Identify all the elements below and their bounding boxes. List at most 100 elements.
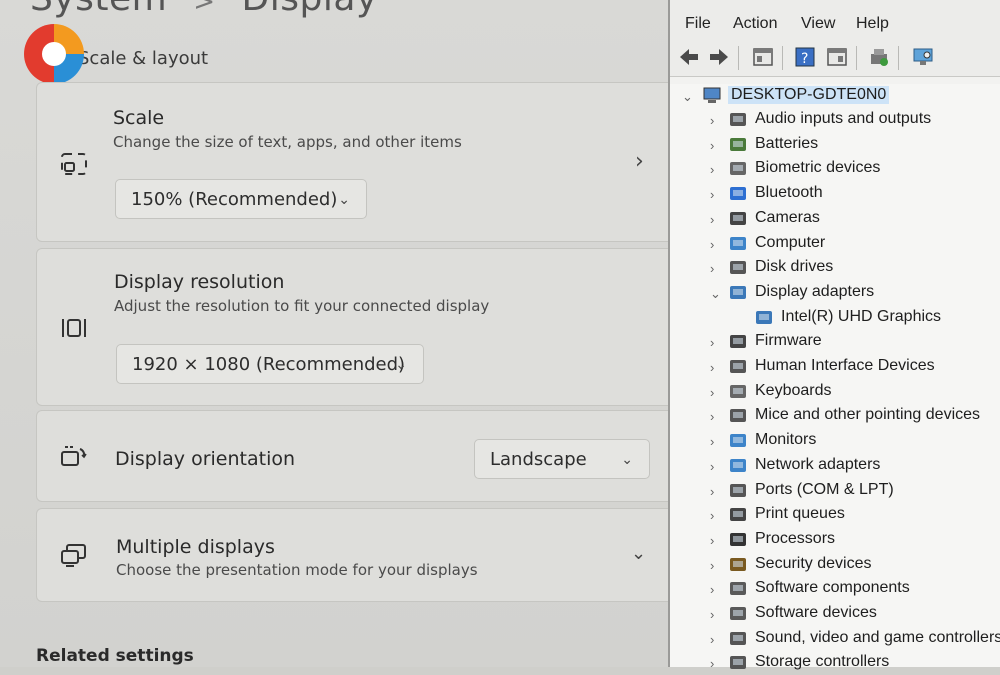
chevron-right-icon[interactable]: › <box>710 434 714 449</box>
port-icon <box>730 483 746 497</box>
chevron-right-icon[interactable]: › <box>710 508 714 523</box>
scale-title: Scale <box>113 107 165 129</box>
chevron-right-icon[interactable]: › <box>710 409 714 424</box>
display-adapter-icon <box>730 285 746 299</box>
menu-file[interactable]: File <box>685 15 711 33</box>
chevron-right-icon[interactable]: › <box>710 632 714 647</box>
chevron-right-icon[interactable]: › <box>635 149 644 174</box>
svg-text:?: ? <box>801 51 808 67</box>
chip-icon <box>730 335 746 349</box>
device-tree: ⌄ DESKTOP-GDTE0N0 › Audio inputs and outp… <box>670 84 1000 671</box>
orientation-value: Landscape <box>490 449 587 470</box>
tree-item-label: Firmware <box>755 332 822 350</box>
toolbar-separator <box>898 46 899 70</box>
tree-item-label: Network adapters <box>755 455 881 473</box>
chevron-right-icon[interactable]: › <box>710 533 714 548</box>
scale-subtitle: Change the size of text, apps, and other… <box>113 133 462 151</box>
chevron-right-icon[interactable]: › <box>710 607 714 622</box>
menu-view[interactable]: View <box>801 15 835 33</box>
related-settings-heading: Related settings <box>36 646 194 666</box>
breadcrumb: System > Display <box>30 0 378 19</box>
tree-item-label: Intel(R) UHD Graphics <box>781 307 942 325</box>
tree-root-label: DESKTOP-GDTE0N0 <box>728 86 890 104</box>
tree-item-label: Cameras <box>755 208 820 226</box>
menu-bar: File Action View Help <box>670 0 1000 40</box>
processor-icon <box>730 532 746 546</box>
battery-icon <box>730 137 746 151</box>
menu-help[interactable]: Help <box>856 15 889 33</box>
computer-icon <box>703 87 721 103</box>
toolbar-separator <box>782 46 783 70</box>
tree-item-label: Ports (COM & LPT) <box>755 480 894 498</box>
keyboard-icon <box>730 384 746 398</box>
sound-icon <box>730 631 746 645</box>
toolbar-separator <box>738 46 739 70</box>
toolbar-separator <box>856 46 857 70</box>
resolution-card: Display resolution Adjust the resolution… <box>36 248 668 406</box>
multiple-displays-card[interactable]: Multiple displays Choose the presentatio… <box>36 508 668 602</box>
back-arrow-icon[interactable] <box>678 46 700 68</box>
chevron-down-icon[interactable]: ⌄ <box>682 89 693 105</box>
chevron-right-icon[interactable]: › <box>710 656 714 671</box>
multiple-displays-subtitle: Choose the presentation mode for your di… <box>116 561 478 579</box>
chevron-right-icon[interactable]: › <box>710 484 714 499</box>
tree-item-label: Audio inputs and outputs <box>755 110 932 127</box>
chevron-right-icon[interactable]: › <box>710 558 714 573</box>
tree-item-label: Keyboards <box>755 381 832 399</box>
chevron-right-icon[interactable]: › <box>710 162 714 177</box>
chevron-right-icon[interactable]: › <box>710 187 714 202</box>
resolution-title: Display resolution <box>114 271 285 293</box>
tree-item-label: Disk drives <box>755 258 834 276</box>
chevron-down-icon: ⌄ <box>621 452 633 468</box>
chevron-right-icon[interactable]: › <box>710 113 714 128</box>
monitor-icon <box>730 434 746 448</box>
chevron-right-icon[interactable]: › <box>710 335 714 350</box>
security-icon <box>730 557 746 571</box>
scale-card[interactable]: Scale Change the size of text, apps, and… <box>36 82 668 242</box>
chevron-right-icon[interactable]: › <box>710 237 714 252</box>
tree-item-label: Mice and other pointing devices <box>755 406 981 424</box>
software-device-icon <box>730 607 746 620</box>
tree-item-label: Display adapters <box>755 282 875 300</box>
printer-icon <box>730 508 746 522</box>
resolution-dropdown[interactable]: 1920 × 1080 (Recommended) ⌄ <box>116 344 424 384</box>
scale-value: 150% (Recommended) <box>131 189 338 210</box>
chevron-down-icon[interactable]: ⌄ <box>631 543 646 564</box>
multiple-displays-icon <box>61 544 86 567</box>
software-component-icon <box>730 582 746 596</box>
multiple-displays-title: Multiple displays <box>116 536 275 558</box>
tree-item-label: Sound, video and game controllers <box>755 628 1000 646</box>
scan-hardware-icon[interactable] <box>912 46 934 68</box>
view-icon[interactable] <box>826 46 848 68</box>
chevron-right-icon[interactable]: › <box>710 582 714 597</box>
chevron-down-icon[interactable]: ⌄ <box>710 286 721 302</box>
tree-item-label: Software devices <box>755 604 877 621</box>
tree-item-label: Biometric devices <box>755 159 881 177</box>
biometric-icon <box>730 162 746 176</box>
computer-icon <box>730 236 746 250</box>
menu-action[interactable]: Action <box>733 15 777 33</box>
resolution-icon <box>62 319 86 337</box>
properties-icon[interactable] <box>752 46 774 68</box>
chevron-down-icon: ⌄ <box>395 357 407 373</box>
tree-item-label: Monitors <box>755 431 817 449</box>
chevron-right-icon[interactable]: › <box>710 360 714 375</box>
orientation-dropdown[interactable]: Landscape ⌄ <box>474 439 650 479</box>
tree-item-label: Processors <box>755 529 836 547</box>
help-icon[interactable]: ? <box>794 46 816 68</box>
tree-item-label: Software components <box>755 579 910 597</box>
scale-dropdown[interactable]: 150% (Recommended) ⌄ <box>115 179 367 219</box>
forward-arrow-icon[interactable] <box>708 46 730 68</box>
chevron-right-icon[interactable]: › <box>710 212 714 227</box>
chevron-right-icon[interactable]: › <box>710 261 714 276</box>
orientation-title: Display orientation <box>115 448 296 470</box>
disk-icon <box>730 261 746 275</box>
chevron-right-icon[interactable]: › <box>710 385 714 400</box>
breadcrumb-parent[interactable]: System <box>30 0 167 19</box>
chevron-right-icon[interactable]: › <box>710 459 714 474</box>
chevron-right-icon[interactable]: › <box>710 138 714 153</box>
settings-window: System > Display Scale & layout Scale Chan… <box>0 0 668 667</box>
orientation-card: Display orientation Landscape ⌄ <box>36 410 668 502</box>
tree-item-label: Print queues <box>755 505 845 523</box>
update-driver-icon[interactable] <box>868 46 890 68</box>
